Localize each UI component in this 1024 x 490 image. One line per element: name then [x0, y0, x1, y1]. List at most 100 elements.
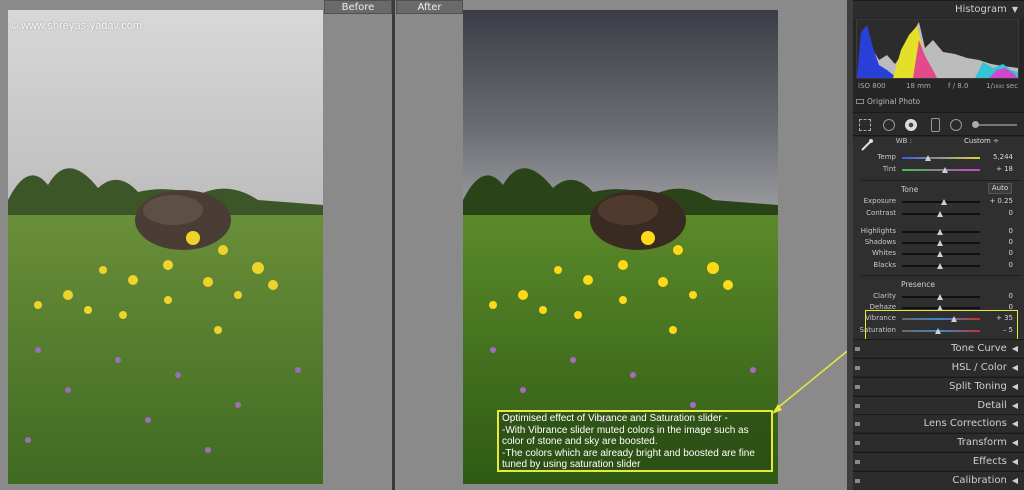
shadows-label: Shadows [864, 238, 896, 246]
contrast-label: Contrast [866, 209, 896, 217]
spot-removal-icon[interactable] [883, 119, 895, 131]
temp-slider[interactable] [902, 157, 980, 159]
histogram [856, 19, 1019, 79]
highlights-value[interactable]: 0 [983, 227, 1013, 235]
section-label: Transform [957, 437, 1007, 448]
section-label: Calibration [952, 475, 1007, 486]
original-photo-label: Original Photo [867, 97, 921, 106]
before-label: Before [324, 0, 392, 14]
blacks-label: Blacks [873, 261, 896, 269]
expand-left-icon: ◀ [1011, 401, 1018, 410]
effects-header[interactable]: Effects ◀ [853, 452, 1024, 470]
annotation-line-4: -The colors which are already bright and… [502, 447, 755, 459]
whites-thumb[interactable] [937, 251, 943, 257]
auto-button[interactable]: Auto [988, 183, 1012, 194]
wb-value: Custom [964, 137, 991, 145]
hsl-color-header[interactable]: HSL / Color ◀ [853, 358, 1024, 376]
tone-title: Tone [901, 185, 919, 194]
tint-thumb[interactable] [942, 167, 948, 173]
collapse-down-icon: ▼ [1011, 5, 1018, 14]
wb-dropdown[interactable]: Custom ÷ [964, 137, 999, 145]
contrast-thumb[interactable] [937, 211, 943, 217]
temp-value[interactable]: 5,244 [983, 153, 1013, 161]
highlights-label: Highlights [860, 227, 896, 235]
shadows-value[interactable]: 0 [983, 238, 1013, 246]
checkbox-icon [856, 99, 864, 104]
whites-value[interactable]: 0 [983, 249, 1013, 257]
iso-value: ISO 800 [858, 82, 886, 90]
focal-length: 18 mm [906, 82, 931, 90]
annotation-line-5: tuned by using saturation slider [502, 459, 641, 470]
calibration-header[interactable]: Calibration ◀ [853, 471, 1024, 489]
detail-header[interactable]: Detail ◀ [853, 396, 1024, 414]
grip-icon [855, 479, 860, 483]
blacks-thumb[interactable] [937, 263, 943, 269]
temp-thumb[interactable] [925, 155, 931, 161]
section-label: Detail [977, 400, 1007, 411]
dropdown-arrow-icon: ÷ [993, 137, 999, 145]
annotation-line-2: -With Vibrance slider muted colors in th… [502, 424, 749, 436]
graduated-filter-icon[interactable] [931, 118, 940, 132]
grip-icon [855, 404, 860, 408]
aperture: f / 8.0 [948, 82, 969, 90]
transform-header[interactable]: Transform ◀ [853, 433, 1024, 451]
section-label: Lens Corrections [923, 418, 1007, 429]
expand-left-icon: ◀ [1011, 457, 1018, 466]
split-toning-header[interactable]: Split Toning ◀ [853, 377, 1024, 395]
lens-corrections-header[interactable]: Lens Corrections ◀ [853, 414, 1024, 432]
wb-label: WB : [895, 137, 912, 145]
tone-curve-header[interactable]: Tone Curve ◀ [853, 339, 1024, 357]
watermark: © www.shreyas-yadav.com [10, 20, 142, 32]
after-label: After [396, 0, 463, 14]
grip-icon [855, 347, 860, 351]
section-label: Split Toning [949, 381, 1007, 392]
tint-label: Tint [882, 165, 896, 173]
tool-strip [853, 112, 1024, 136]
expand-left-icon: ◀ [1011, 476, 1018, 485]
original-photo-toggle[interactable]: Original Photo [856, 97, 920, 106]
section-label: HSL / Color [951, 362, 1007, 373]
highlights-thumb[interactable] [937, 229, 943, 235]
expand-left-icon: ◀ [1011, 438, 1018, 447]
contrast-value[interactable]: 0 [983, 209, 1013, 217]
brush-slider[interactable] [975, 124, 1017, 126]
grip-icon [855, 441, 860, 445]
expand-left-icon: ◀ [1011, 363, 1018, 372]
clarity-value[interactable]: 0 [983, 292, 1013, 300]
clarity-label: Clarity [873, 292, 896, 300]
shadows-thumb[interactable] [937, 240, 943, 246]
brush-icon[interactable] [972, 121, 979, 128]
vibrance-saturation-highlight [865, 310, 1018, 342]
before-photo [8, 10, 323, 484]
whites-label: Whites [871, 249, 896, 257]
annotation-line-1: Optimised effect of Vibrance and Saturat… [502, 413, 728, 424]
tint-slider[interactable] [902, 169, 980, 171]
histogram-title: Histogram [954, 4, 1007, 15]
grip-icon [855, 460, 860, 464]
annotation-box: Optimised effect of Vibrance and Saturat… [497, 410, 773, 472]
exposure-value[interactable]: + 0.25 [983, 197, 1013, 205]
temp-label: Temp [877, 153, 896, 161]
red-eye-icon[interactable] [905, 119, 917, 131]
expand-left-icon: ◀ [1011, 419, 1018, 428]
separator [862, 180, 1020, 181]
grip-icon [855, 385, 860, 389]
histogram-header[interactable]: Histogram ▼ [853, 0, 1024, 18]
tint-value[interactable]: + 18 [983, 165, 1013, 173]
clarity-thumb[interactable] [937, 294, 943, 300]
expand-left-icon: ◀ [1011, 382, 1018, 391]
section-label: Effects [972, 456, 1007, 467]
shutter-speed: 1/₁₆₀₀ sec [986, 82, 1019, 90]
exposure-label: Exposure [863, 197, 896, 205]
annotation-line-3: color of stone and sky are boosted. [502, 436, 658, 447]
radial-filter-icon[interactable] [950, 119, 962, 131]
expand-left-icon: ◀ [1011, 344, 1018, 353]
grip-icon [855, 422, 860, 426]
presence-title: Presence [901, 280, 935, 289]
exposure-thumb[interactable] [941, 199, 947, 205]
separator [862, 275, 1020, 276]
blacks-value[interactable]: 0 [983, 261, 1013, 269]
grip-icon [855, 366, 860, 370]
section-label: Tone Curve [951, 343, 1007, 354]
crop-icon[interactable] [859, 119, 871, 131]
